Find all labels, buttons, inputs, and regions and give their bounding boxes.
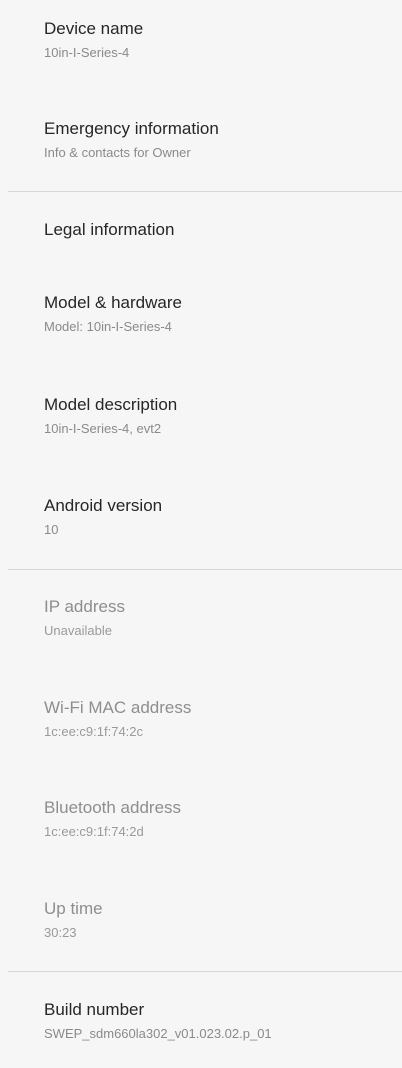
legal-information-item[interactable]: Legal information — [44, 219, 390, 241]
model-hardware-title: Model & hardware — [44, 293, 182, 312]
build-number-title: Build number — [44, 1000, 145, 1019]
ip-address-title: IP address — [44, 597, 125, 616]
section-divider — [8, 971, 402, 972]
android-version-item[interactable]: Android version 10 — [44, 495, 390, 539]
device-name-value: 10in-I-Series-4 — [44, 45, 130, 60]
emergency-information-item[interactable]: Emergency information Info & contacts fo… — [44, 118, 390, 162]
android-version-title: Android version — [44, 496, 163, 515]
emergency-information-summary: Info & contacts for Owner — [44, 145, 191, 160]
bluetooth-address-title: Bluetooth address — [44, 798, 182, 817]
device-name-title: Device name — [44, 19, 144, 38]
wifi-mac-address-title: Wi-Fi MAC address — [44, 698, 192, 717]
model-description-value: 10in-I-Series-4, evt2 — [44, 421, 162, 436]
up-time-title: Up time — [44, 899, 103, 918]
wifi-mac-address-item: Wi-Fi MAC address 1c:ee:c9:1f:74:2c — [44, 697, 390, 741]
up-time-item: Up time 30:23 — [44, 898, 390, 942]
android-version-value: 10 — [44, 522, 59, 537]
about-device-settings-screen: Device name 10in-I-Series-4 Emergency in… — [0, 0, 402, 1068]
up-time-value: 30:23 — [44, 925, 77, 940]
section-divider — [8, 191, 402, 192]
model-hardware-summary: Model: 10in-I-Series-4 — [44, 319, 172, 334]
ip-address-item: IP address Unavailable — [44, 596, 390, 640]
section-divider — [8, 569, 402, 570]
emergency-information-title: Emergency information — [44, 119, 219, 138]
bluetooth-address-item: Bluetooth address 1c:ee:c9:1f:74:2d — [44, 797, 390, 841]
ip-address-value: Unavailable — [44, 623, 112, 638]
bluetooth-address-value: 1c:ee:c9:1f:74:2d — [44, 824, 144, 839]
wifi-mac-address-value: 1c:ee:c9:1f:74:2c — [44, 724, 144, 739]
model-hardware-item[interactable]: Model & hardware Model: 10in-I-Series-4 — [44, 292, 390, 336]
device-name-item[interactable]: Device name 10in-I-Series-4 — [44, 18, 390, 62]
build-number-value: SWEP_sdm660la302_v01.023.02.p_01 — [44, 1026, 272, 1041]
model-description-item[interactable]: Model description 10in-I-Series-4, evt2 — [44, 394, 390, 438]
legal-information-title: Legal information — [44, 220, 175, 239]
model-description-title: Model description — [44, 395, 178, 414]
build-number-item[interactable]: Build number SWEP_sdm660la302_v01.023.02… — [44, 999, 390, 1043]
